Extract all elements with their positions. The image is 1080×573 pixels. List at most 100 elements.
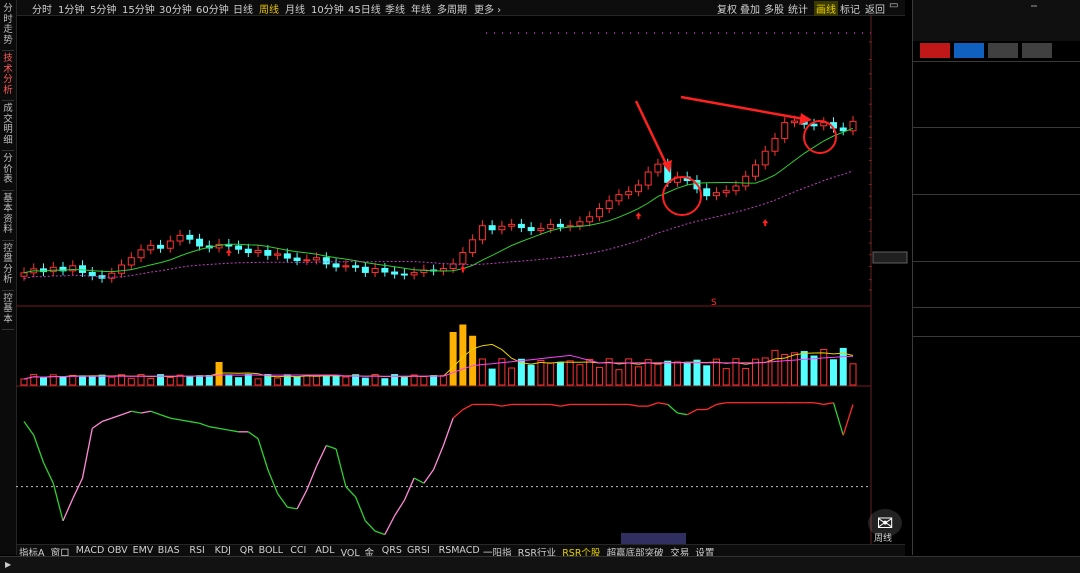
rsr-segment (287, 506, 298, 510)
sell-button[interactable] (954, 43, 984, 58)
candle (381, 267, 389, 273)
candle (332, 263, 340, 268)
indicator-tab-2[interactable]: MACD (76, 545, 104, 556)
period-1[interactable]: 1分钟 (58, 1, 84, 16)
indicator-tab-13[interactable]: QRS (382, 545, 402, 556)
divider (913, 127, 1080, 128)
indicator-tab-6[interactable]: RSI (189, 545, 204, 556)
buy-button[interactable] (920, 43, 950, 58)
current-price-box (872, 251, 908, 264)
tool-6[interactable]: 返回 (865, 1, 885, 16)
volume-bar (771, 349, 779, 386)
indicator-tab-9[interactable]: BOLL (259, 545, 283, 556)
candle (517, 223, 525, 229)
tool-5[interactable]: 标记 (840, 1, 860, 16)
candle (196, 238, 204, 247)
tool-3[interactable]: 统计 (788, 1, 808, 16)
ask-row[interactable] (913, 113, 1080, 126)
ask-row[interactable] (913, 63, 1080, 76)
left-tab-4[interactable]: 基本资料 (1, 193, 15, 236)
status-bar: ▶ (0, 556, 1080, 573)
minimize-icon[interactable]: ▭ (889, 0, 898, 11)
indicator-tab-8[interactable]: QR (240, 545, 254, 556)
play-icon[interactable]: ▶ (5, 560, 11, 569)
tool-0[interactable]: 复权 (717, 1, 737, 16)
volume-bar (820, 348, 828, 386)
rsr-segment (81, 428, 93, 479)
period-5[interactable]: 60分钟 (196, 1, 229, 16)
period-11[interactable]: 季线 (385, 1, 405, 16)
cancel-order-button[interactable] (988, 43, 1018, 58)
rsr-segment (492, 403, 503, 407)
tool-1[interactable]: 叠加 (740, 1, 760, 16)
period-12[interactable]: 年线 (411, 1, 431, 16)
indicator-tab-3[interactable]: OBV (107, 545, 127, 556)
indicator-tab-4[interactable]: EMV (133, 545, 154, 556)
period-10[interactable]: 45日线 (348, 1, 381, 16)
volume-bar (478, 358, 486, 386)
period-9[interactable]: 10分钟 (311, 1, 344, 16)
rsr-segment (267, 469, 279, 494)
rsr-segment (326, 444, 337, 450)
period-6[interactable]: 日线 (233, 1, 253, 16)
candlesticks[interactable] (20, 115, 857, 283)
left-tab-6[interactable]: 控基本 (1, 293, 15, 326)
rsr-segment (452, 409, 464, 419)
x-cursor-box (621, 533, 686, 544)
indicator-tab-7[interactable]: KDJ (215, 545, 231, 556)
volume-bar (342, 376, 350, 386)
rsr-segment (23, 421, 35, 436)
industry-tag[interactable] (1031, 5, 1037, 7)
volume-bar (829, 359, 837, 386)
left-tab-1[interactable]: 技术分析 (1, 53, 15, 96)
rsr-segment (160, 414, 171, 419)
left-tab-2[interactable]: 成交明细 (1, 103, 15, 146)
candle (283, 253, 291, 259)
left-tab-3[interactable]: 分价表 (1, 153, 15, 186)
candle (771, 137, 779, 152)
stat-row (913, 221, 1080, 234)
left-tab-0[interactable]: 分时走势 (1, 3, 15, 46)
indicator-tab-11[interactable]: ADL (315, 545, 334, 556)
period-3[interactable]: 15分钟 (122, 1, 155, 16)
ask-row[interactable] (913, 88, 1080, 101)
bid-row[interactable] (913, 142, 1080, 155)
tick-row (913, 418, 1080, 431)
period-13[interactable]: 多周期 (437, 1, 467, 16)
period-8[interactable]: 月线 (285, 1, 305, 16)
tick-row (913, 445, 1080, 458)
rsr-segment (832, 402, 844, 436)
volume-bar (30, 374, 38, 386)
period-0[interactable]: 分时 (32, 1, 52, 16)
volume-bar (108, 376, 116, 386)
buy-arrow-icon (459, 265, 466, 273)
tool-2[interactable]: 多股 (764, 1, 784, 16)
quick-buy-button[interactable] (1022, 43, 1052, 58)
volume-bar (469, 335, 477, 386)
rsr-segment (560, 403, 571, 407)
ask-row[interactable] (913, 101, 1080, 114)
bid-row[interactable] (913, 167, 1080, 180)
candle (410, 271, 418, 276)
candle (391, 271, 399, 275)
tool-4[interactable]: 画线 (814, 1, 838, 16)
period-2[interactable]: 5分钟 (90, 1, 116, 16)
chart-area[interactable]: S周线 (16, 15, 912, 544)
buy-arrow-icon (635, 212, 642, 220)
indicator-tab-15[interactable]: RSMACD (439, 545, 480, 556)
rsr-segment (218, 427, 229, 431)
bid-row[interactable] (913, 179, 1080, 192)
volume-bar (186, 375, 194, 386)
ask-row[interactable] (913, 76, 1080, 89)
period-4[interactable]: 30分钟 (159, 1, 192, 16)
bid-row[interactable] (913, 129, 1080, 142)
bid-row[interactable] (913, 154, 1080, 167)
candle (274, 253, 282, 256)
rsr-segment (296, 489, 308, 510)
left-tab-5[interactable]: 控盘分析 (1, 243, 15, 286)
indicator-tab-10[interactable]: CCI (290, 545, 306, 556)
indicator-tab-5[interactable]: BIAS (158, 545, 180, 556)
indicator-tab-14[interactable]: GRSI (407, 545, 430, 556)
period-7[interactable]: 周线 (259, 1, 279, 16)
period-14[interactable]: 更多 › (474, 1, 501, 16)
